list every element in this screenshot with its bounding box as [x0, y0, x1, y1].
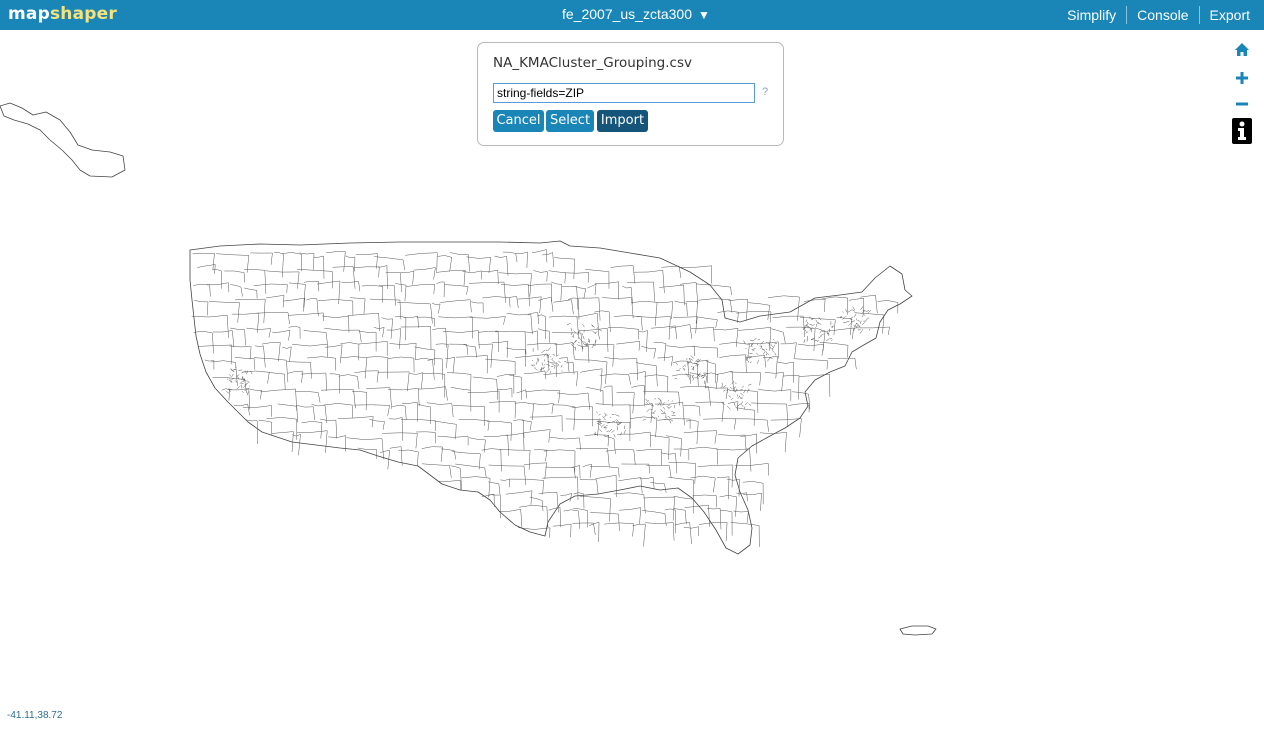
- map-shape-conus: [189, 240, 913, 555]
- zcta-urban-cluster: [226, 366, 253, 396]
- coordinates-readout: -41.11,38.72: [7, 710, 63, 721]
- zoom-out-icon[interactable]: [1232, 94, 1252, 114]
- menu-console[interactable]: Console: [1126, 6, 1198, 24]
- dialog-title: NA_KMACluster_Grouping.csv: [493, 55, 692, 71]
- chevron-down-icon: ▼: [698, 8, 710, 22]
- help-link[interactable]: ?: [762, 86, 768, 98]
- app-logo: mapshaper: [8, 4, 117, 24]
- import-button[interactable]: Import: [597, 110, 648, 132]
- map-shape-puerto-rico: [899, 625, 937, 636]
- menu-export[interactable]: Export: [1198, 6, 1264, 24]
- layer-name-label: fe_2007_us_zcta300: [562, 6, 692, 22]
- import-dialog: NA_KMACluster_Grouping.csv ? Cancel Sele…: [477, 42, 784, 146]
- zcta-urban-cluster: [840, 306, 871, 334]
- menu-simplify[interactable]: Simplify: [1057, 6, 1126, 24]
- layer-selector[interactable]: fe_2007_us_zcta300 ▼: [562, 6, 710, 22]
- info-icon[interactable]: [1232, 118, 1252, 144]
- zcta-boundaries: [191, 249, 899, 547]
- zcta-urban-cluster: [593, 411, 626, 438]
- main-menu: Simplify Console Export: [1057, 0, 1264, 30]
- cancel-button[interactable]: Cancel: [493, 110, 544, 132]
- zcta-boundary-lines: [191, 249, 899, 547]
- top-bar: mapshaper fe_2007_us_zcta300 ▼ Simplify C…: [0, 0, 1264, 30]
- zcta-urban-cluster: [642, 397, 676, 424]
- logo-text-part2: shaper: [49, 4, 117, 24]
- import-options-input[interactable]: [493, 83, 755, 103]
- map-shape-alaska: [0, 102, 126, 178]
- home-icon[interactable]: [1232, 40, 1252, 60]
- logo-text-part1: map: [8, 4, 50, 24]
- zcta-urban-cluster: [530, 347, 563, 374]
- zcta-urban-cluster: [802, 316, 834, 344]
- zcta-urban-cluster: [674, 355, 708, 384]
- zoom-in-icon[interactable]: [1232, 68, 1252, 88]
- select-button[interactable]: Select: [546, 110, 594, 132]
- zcta-urban-cluster: [720, 380, 752, 410]
